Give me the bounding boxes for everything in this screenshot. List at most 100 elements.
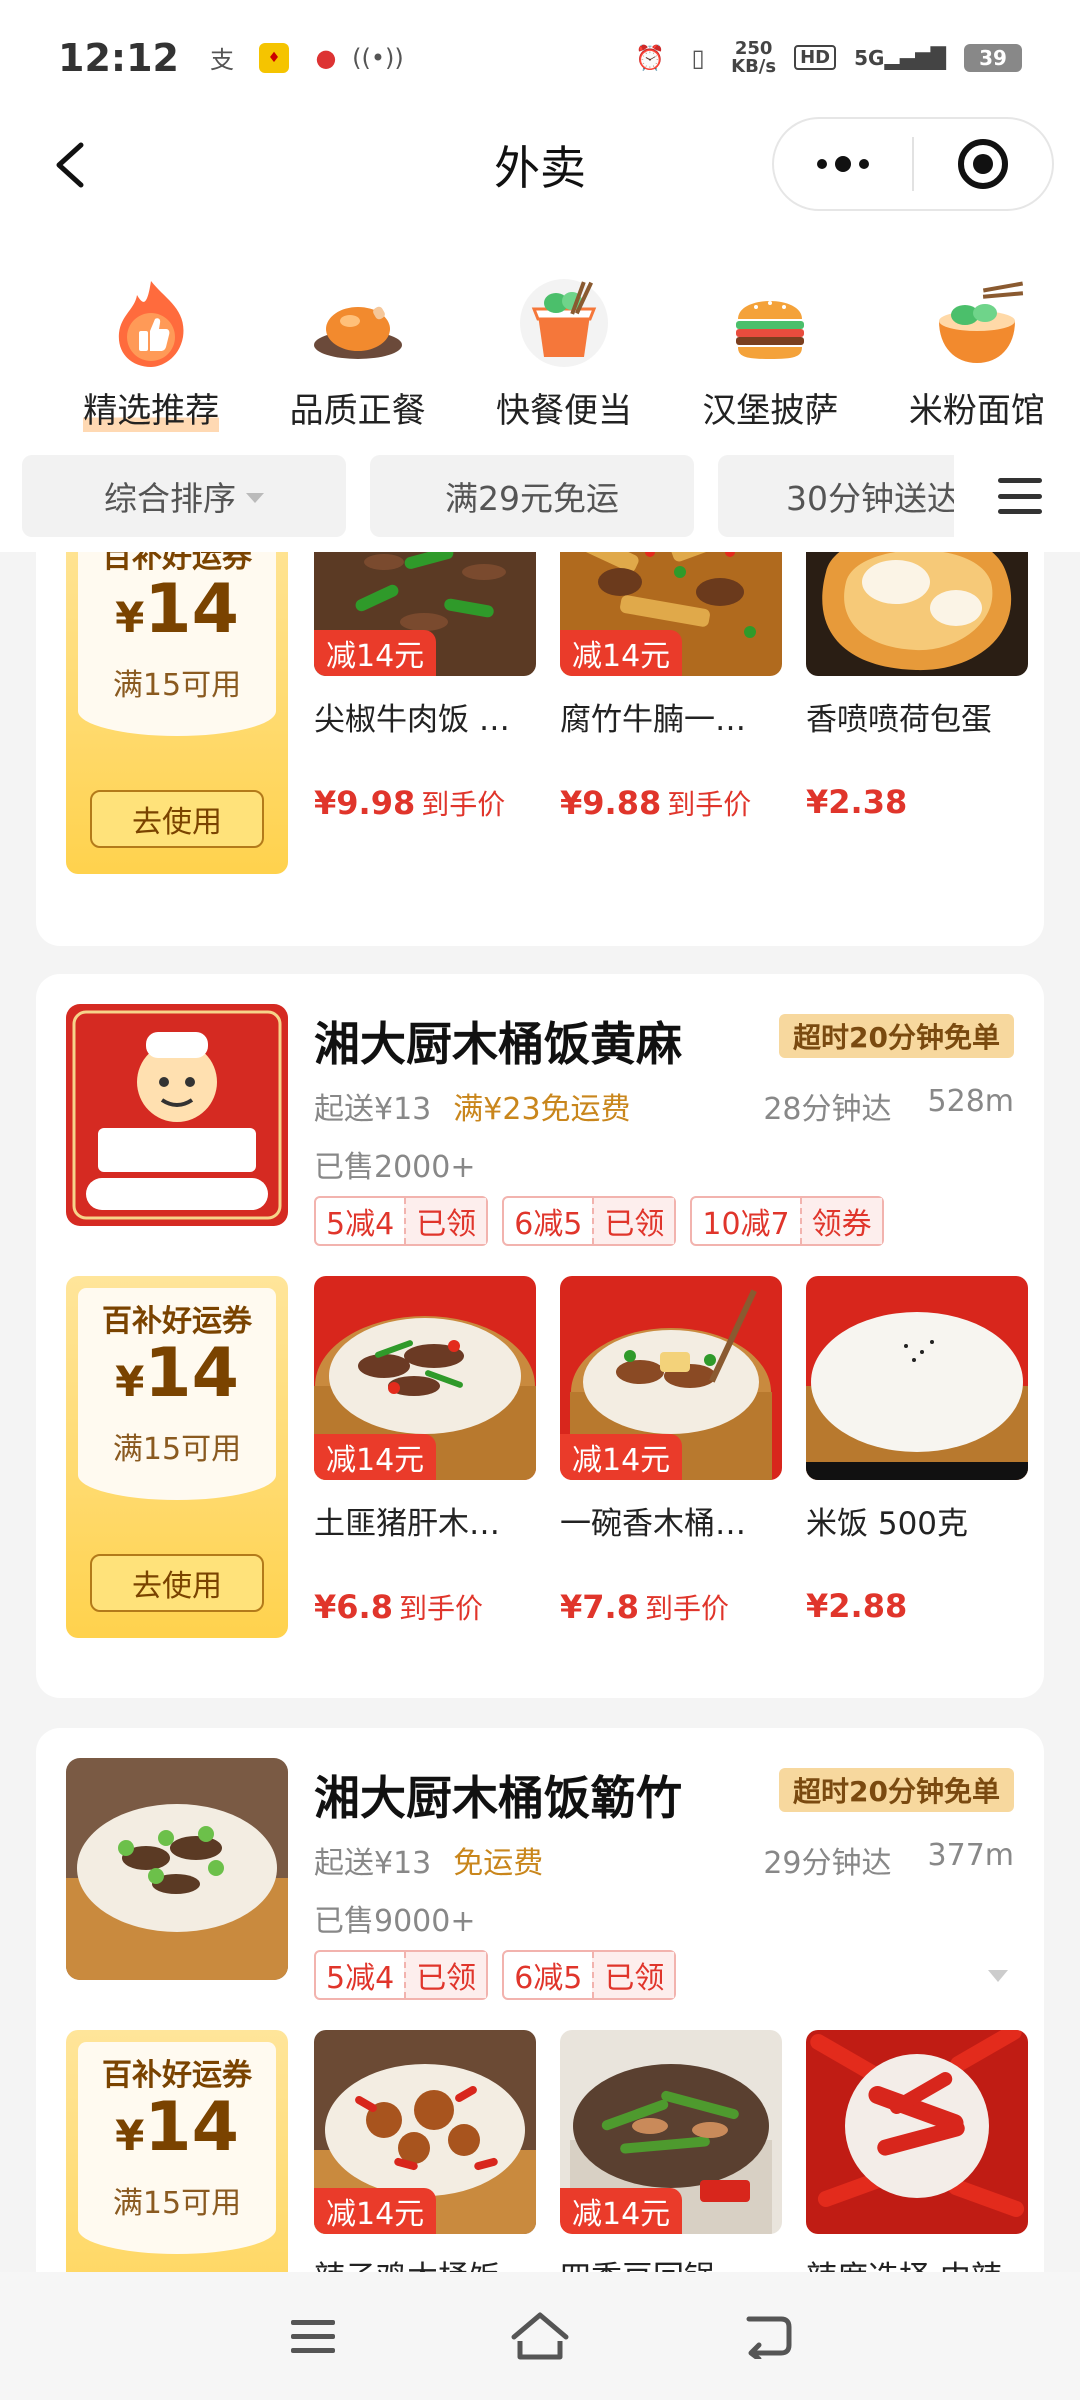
filter-30-min[interactable]: 30分钟送达 [718,455,954,537]
dish-price: ¥6.8 到手价 [314,1588,483,1626]
dish-item[interactable]: 辣度选择 中辣 [806,2030,1028,2272]
system-nav-bar [0,2272,1080,2400]
store-name[interactable]: 湘大厨木桶饭黄麻 [314,1008,682,1074]
dish-item[interactable]: 减14元 辣子鸡木桶饭 [314,2030,536,2272]
sold-count: 已售9000+ [314,1904,476,1939]
coupon-chip[interactable]: 6减5 已领 [502,1950,677,2000]
back-button[interactable] [40,135,100,195]
delivery-fee: 满¥23免运费 [453,1092,631,1127]
coupon-chip[interactable]: 10减7 领券 [690,1196,884,1246]
noodle-bowl-icon [929,275,1025,371]
dish-price: ¥2.38 [806,783,908,821]
status-time: 12:12 [58,35,179,80]
store-card[interactable]: 湘大厨木桶饭簕竹 超时20分钟免单 起送¥13 免运费 29分钟达 377m 已… [36,1728,1044,2272]
nfc-icon: ((•)) [352,43,404,72]
alarm-icon: ⏰ [635,43,666,72]
coupon-chip[interactable]: 5减4 已领 [314,1950,489,2000]
dish-item[interactable]: 香喷喷荷包蛋 ¥2.38 [806,552,1028,821]
dish-item[interactable]: 减14元 尖椒牛肉饭 … ¥9.98 到手价 [314,552,536,823]
voucher-amount: ¥14 [115,570,239,649]
dish-item[interactable]: 减14元 腐竹牛腩一… ¥9.88 到手价 [560,552,782,823]
sort-dropdown[interactable]: 综合排序 [22,455,346,537]
voucher-condition: 满15可用 [112,2186,242,2221]
burger-icon [722,275,818,371]
discount-tag: 减14元 [314,2188,437,2234]
overtime-free-badge: 超时20分钟免单 [779,1768,1014,1812]
dish-item[interactable]: 米饭 500克 ¥2.88 [806,1276,1028,1625]
category-item[interactable]: 快餐便当 [461,215,667,440]
coupon-status: 已领 [592,1952,675,1998]
discount-tag: 减14元 [314,1434,437,1480]
store-name[interactable]: 湘大厨木桶饭簕竹 [314,1762,682,1828]
store-logo [66,1758,288,1980]
thumbs-up-fire-icon [103,275,199,371]
dish-price: ¥9.98 到手价 [314,784,506,822]
category-label: 快餐便当 [496,391,633,431]
coupon-row: 5减4 已领 6减5 已领 10减7 领券 [314,1196,884,1246]
alipay-icon: 支 [209,46,234,74]
hamburger-menu-icon [998,478,1042,514]
filter-free-delivery[interactable]: 满29元免运 [370,455,694,537]
min-order: 起送¥13 [314,1846,432,1881]
hd-icon: HD [794,45,837,70]
dish-name: 四季豆回锅… [560,2252,782,2272]
voucher-card: 百补好运券 ¥14 满15可用 [66,2030,288,2272]
dish-name: 尖椒牛肉饭 … [314,702,510,738]
category-item[interactable]: 米粉面馆 [874,215,1080,440]
store-info-row: 起送¥13 免运费 29分钟达 377m [314,1838,1014,1882]
edamame-bucket-rice-logo-image [66,1758,288,1980]
store-distance: 528m [927,1084,1014,1119]
sort-label: 综合排序 [104,479,236,518]
voucher-condition: 满15可用 [112,668,242,703]
dish-name: 米饭 500克 [806,1506,969,1542]
delivery-eta: 28分钟达 [763,1092,892,1127]
coupon-chip[interactable]: 6减5 已领 [502,1196,677,1246]
coupon-chip[interactable]: 5减4 已领 [314,1196,489,1246]
category-label: 品质正餐 [289,391,426,431]
recent-apps-button[interactable] [273,2296,353,2376]
coupon-amount: 6减5 [514,1961,583,1996]
home-icon [511,2312,569,2360]
category-item[interactable]: 汉堡披萨 [667,215,873,440]
fried-egg-image [806,552,1028,676]
home-button[interactable] [500,2296,580,2376]
dish-image: 减14元 [560,2030,782,2234]
caret-down-icon [246,493,264,503]
dish-item[interactable]: 减14元 四季豆回锅… [560,2030,782,2272]
filter-menu-button[interactable] [960,440,1080,552]
coupon-amount: 5减4 [326,1961,395,1996]
filter-bar: 综合排序 满29元免运 30分钟送达 [0,440,1080,552]
dish-image: 减14元 [314,552,536,676]
use-voucher-button[interactable]: 去使用 [90,1554,264,1612]
dish-name: 辣度选择 中辣 [806,2252,1028,2272]
dish-image [806,552,1028,676]
more-button[interactable] [774,119,912,209]
white-rice-bucket-image [806,1276,1028,1480]
discount-tag: 减14元 [560,2188,683,2234]
store-card[interactable]: 百补好运券 ¥14 满15可用 去使用 减14元 尖椒牛肉饭 … ¥9.98 到手… [36,552,1044,946]
coupon-status: 领券 [799,1198,882,1244]
close-miniapp-button[interactable] [914,119,1052,209]
roast-chicken-icon [310,275,406,371]
dish-image [806,2030,1028,2234]
signal-icon: 5G▂▄▆█ [854,45,946,70]
coupon-amount: 5减4 [326,1207,395,1242]
xiangdachu-logo-image [66,1004,288,1226]
coupon-row: 5减4 已领 6减5 已领 [314,1950,677,2000]
store-card[interactable]: 湘大厨木桶饭黄麻 超时20分钟免单 起送¥13 满¥23免运费 28分钟达 52… [36,974,1044,1698]
coupon-status: 已领 [404,1198,487,1244]
store-list: 百补好运券 ¥14 满15可用 去使用 减14元 尖椒牛肉饭 … ¥9.98 到手… [0,552,1080,2272]
expand-coupons-icon[interactable] [988,1970,1008,1982]
dish-item[interactable]: 减14元 一碗香木桶… ¥7.8 到手价 [560,1276,782,1627]
category-label: 精选推荐 [83,383,220,432]
category-item[interactable]: 品质正餐 [254,215,460,440]
use-voucher-button[interactable]: 去使用 [90,790,264,848]
category-item[interactable]: 精选推荐 [48,215,254,440]
dish-name: 辣子鸡木桶饭 [314,2252,536,2272]
system-back-button[interactable] [727,2296,807,2376]
dish-item[interactable]: 减14元 土匪猪肝木… ¥6.8 到手价 [314,1276,536,1627]
delivery-eta: 29分钟达 [763,1846,892,1881]
back-arrow-icon [746,2316,792,2359]
category-row: 精选推荐 品质正餐 快餐便当 汉堡披萨 米粉面馆 [0,215,1080,440]
dish-image: 减14元 [560,552,782,676]
